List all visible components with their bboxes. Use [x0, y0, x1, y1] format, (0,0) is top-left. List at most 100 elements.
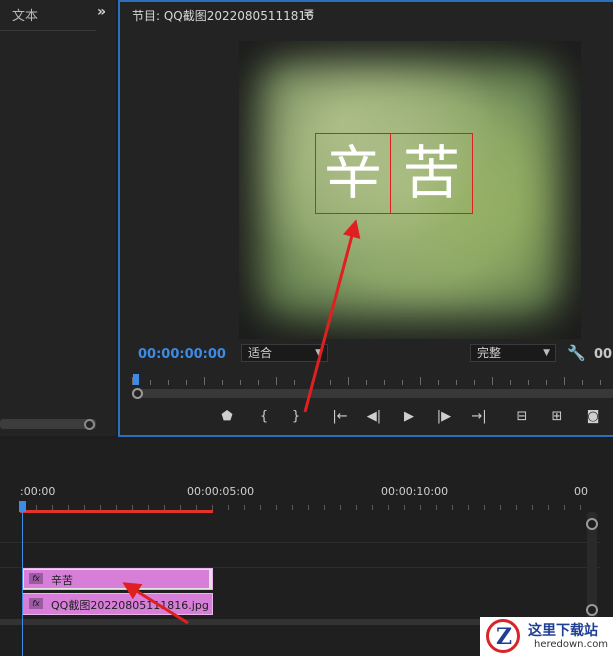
video-preview[interactable]: 辛 苦 [239, 41, 581, 339]
export-frame-camera-icon[interactable]: ◙ [582, 408, 604, 426]
panel-menu-icon[interactable]: ≡ [303, 5, 315, 21]
timeline-tick [468, 505, 469, 510]
timeline-tick [436, 505, 437, 510]
ruler-tick [276, 377, 277, 385]
work-area-bar[interactable] [20, 510, 213, 513]
mark-out-button[interactable]: } [285, 408, 307, 426]
step-forward-button[interactable]: |▶ [433, 408, 455, 426]
clip-label: 辛苦 [51, 574, 73, 587]
ruler-tick [546, 380, 547, 385]
ruler-tick [204, 377, 205, 385]
timeline-playhead[interactable] [19, 501, 26, 512]
timeline-tick [372, 505, 373, 510]
left-scrollbar-handle[interactable] [84, 419, 95, 430]
ruler-tick [294, 380, 295, 385]
ruler-tick [258, 380, 259, 385]
mark-in-button[interactable]: { [253, 408, 275, 426]
extract-button[interactable]: ⊞ [546, 408, 568, 426]
watermark-title: 这里下载站 [528, 623, 598, 639]
ruler-tick [528, 380, 529, 385]
timeline-tick [260, 505, 261, 510]
title-char-1[interactable]: 辛 [315, 133, 391, 214]
timeline-ruler-label: 00:00:10:00 [381, 485, 449, 498]
timeline-tick [484, 505, 485, 510]
timeline-ruler-label: :00:00 [20, 485, 56, 498]
ruler-tick [384, 380, 385, 385]
timeline-ruler-label: 00:00:05:00 [187, 485, 255, 498]
program-playhead[interactable] [133, 374, 139, 385]
zoom-fit-select[interactable]: 适合 ▼ [241, 344, 328, 362]
vertical-scroll-handle-top[interactable] [586, 518, 598, 530]
chevron-down-icon: ▼ [315, 348, 322, 358]
timeline-tick [420, 505, 421, 510]
timeline-tick [548, 505, 549, 510]
ruler-tick [492, 377, 493, 385]
timeline-tick [340, 505, 341, 510]
site-logo: Z [486, 619, 520, 653]
step-back-button[interactable]: ◀| [363, 408, 385, 426]
ruler-tick [330, 380, 331, 385]
timeline-tick [516, 505, 517, 510]
ruler-tick [312, 380, 313, 385]
program-time-ruler[interactable] [132, 374, 613, 388]
ruler-tick [150, 380, 151, 385]
ruler-tick [582, 380, 583, 385]
timeline-tick [276, 505, 277, 510]
ruler-tick [420, 377, 421, 385]
timeline-tick [532, 505, 533, 510]
left-horizontal-scrollbar[interactable] [0, 419, 96, 429]
lift-button[interactable]: ⊟ [511, 408, 533, 426]
ruler-tick [348, 377, 349, 385]
timeline-tick [228, 505, 229, 510]
title-clip[interactable]: fx 辛苦 [22, 568, 213, 590]
image-clip[interactable]: fx QQ截图20220805111816.jpg [22, 593, 213, 615]
track-divider [0, 542, 600, 543]
timeline-tick [324, 505, 325, 510]
text-panel-tab[interactable]: 文本 [12, 5, 38, 24]
playback-quality-select[interactable]: 完整 ▼ [470, 344, 556, 362]
ruler-tick [510, 380, 511, 385]
ruler-tick [474, 380, 475, 385]
playhead-timecode[interactable]: 00:00:00:00 [138, 347, 226, 362]
ruler-tick [222, 380, 223, 385]
playhead-line [22, 512, 23, 656]
ruler-tick [564, 377, 565, 385]
go-to-out-button[interactable]: →| [468, 408, 490, 426]
zoom-fit-value: 适合 [248, 346, 273, 360]
watermark-url: heredown.com [534, 639, 609, 650]
ruler-tick [600, 380, 601, 385]
ruler-tick [366, 380, 367, 385]
add-marker-button[interactable]: ⬟ [216, 408, 238, 426]
expand-panels-icon[interactable]: » [97, 4, 106, 20]
timeline-tick [292, 505, 293, 510]
timeline-tick [404, 505, 405, 510]
fx-badge: fx [29, 598, 43, 609]
watermark: Z 这里下载站 heredown.com [480, 617, 613, 656]
play-button[interactable]: ▶ [398, 408, 420, 426]
title-char-2[interactable]: 苦 [390, 133, 473, 214]
settings-wrench-icon[interactable]: 🔧 [567, 344, 586, 362]
program-monitor-title[interactable]: 节目: QQ截图20220805111816 [132, 7, 314, 24]
timeline-tick [388, 505, 389, 510]
vertical-scroll-handle-bottom[interactable] [586, 604, 598, 616]
ruler-tick [168, 380, 169, 385]
clip-label: QQ截图20220805111816.jpg [51, 599, 209, 612]
ruler-tick [456, 380, 457, 385]
left-panel: 文本 » [0, 0, 116, 436]
playback-quality-value: 完整 [477, 346, 502, 360]
timeline-tick [500, 505, 501, 510]
program-monitor-panel: 节目: QQ截图20220805111816 ≡ 辛 苦 00:00:00:00… [118, 0, 613, 437]
duration-timecode: 00: [594, 347, 613, 362]
go-to-in-button[interactable]: |← [329, 408, 351, 426]
zoom-scrollbar[interactable] [132, 389, 613, 398]
timeline-tick [356, 505, 357, 510]
ruler-tick [240, 380, 241, 385]
tab-underline [0, 30, 96, 31]
timeline-tick [244, 505, 245, 510]
fx-badge: fx [29, 573, 43, 584]
timeline-ruler-label: 00 [574, 485, 588, 498]
chevron-down-icon: ▼ [543, 348, 550, 358]
timeline-tick [580, 505, 581, 510]
timeline-tick [452, 505, 453, 510]
zoom-scrollbar-handle[interactable] [132, 388, 143, 399]
